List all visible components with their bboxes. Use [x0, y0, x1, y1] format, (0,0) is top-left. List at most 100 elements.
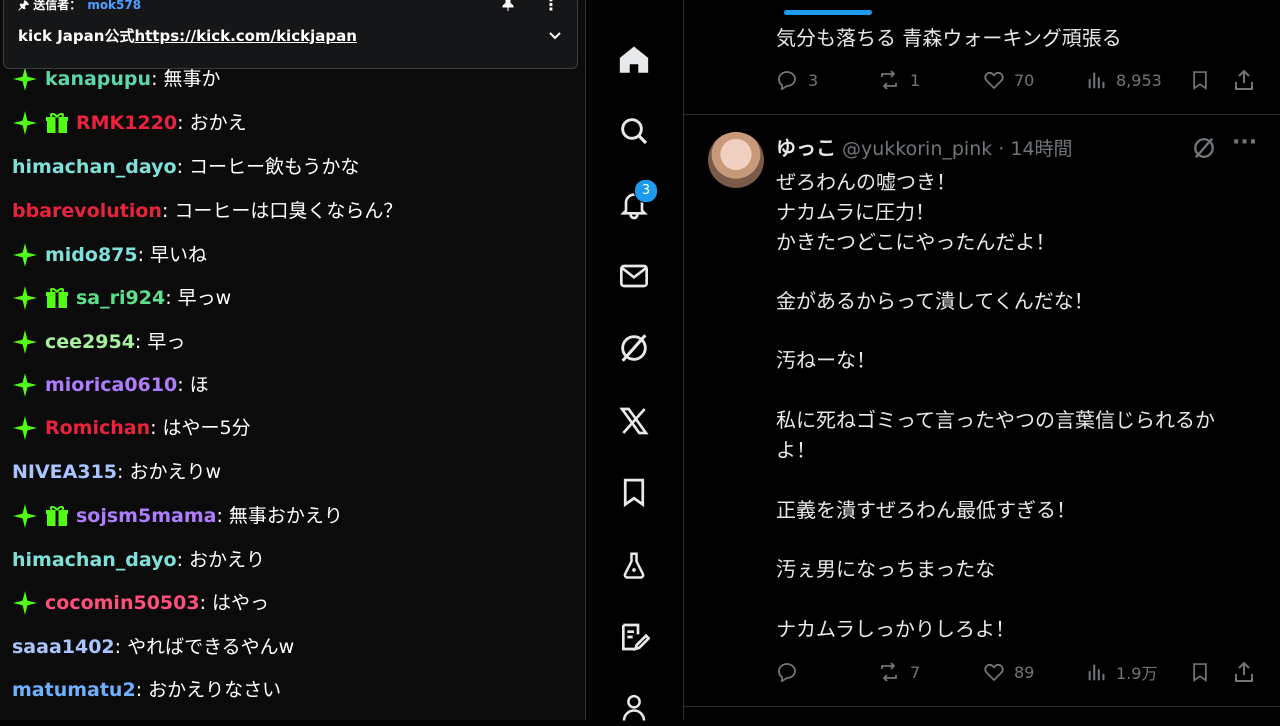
chat-username[interactable]: RMK1220	[76, 108, 177, 138]
chat-username[interactable]: bbarevolution	[12, 196, 162, 226]
reply-button[interactable]	[776, 660, 800, 684]
chat-username[interactable]: miorica0610	[45, 370, 177, 400]
nav-explore[interactable]	[616, 113, 652, 149]
tweet-text-line: 金があるからって潰してくんだな！	[776, 289, 1094, 313]
timeline: 気分も落ちる 青森ウォーキング頑張る 3 1 70 8,953 ゆっこ @yukk…	[684, 0, 1280, 720]
reply-button[interactable]: 3	[776, 68, 818, 92]
nav-profile[interactable]	[616, 690, 652, 726]
chat-username[interactable]: matumatu2	[12, 675, 136, 705]
chat-username[interactable]: saaa1402	[12, 632, 115, 662]
pin-icon[interactable]	[501, 0, 515, 15]
chat-username[interactable]: himachan_dayo	[12, 152, 177, 182]
search-icon	[621, 118, 648, 145]
bookmark-icon	[1193, 663, 1207, 682]
chat-text: コーヒー飲もうかな	[188, 156, 360, 178]
more-options-icon[interactable]: ⋮	[543, 0, 559, 14]
chat-separator: :	[216, 505, 223, 527]
chat-text: はやー5分	[162, 417, 251, 439]
subscriber-badge-icon	[13, 111, 37, 135]
share-button[interactable]	[1232, 660, 1256, 684]
pinned-header: 🖈 送信者： mok578	[18, 0, 141, 13]
nav-premium[interactable]	[616, 403, 652, 439]
nav-labs[interactable]	[616, 547, 652, 583]
like-button[interactable]: 89	[982, 660, 1034, 684]
chat-message: saaa1402: やればできるやんw	[12, 632, 294, 662]
bookmark-button[interactable]	[1190, 660, 1210, 684]
chat-panel: kanapupu: 無事か RMK1220: おかえ himachan_dayo: コーヒ…	[0, 0, 585, 720]
bookmark-button[interactable]	[1190, 68, 1210, 92]
prev-tweet-text: 気分も落ちる 青森ウォーキング頑張る	[776, 26, 1122, 50]
grok-explain-button[interactable]	[1190, 134, 1218, 166]
chat-text: 早っw	[177, 287, 232, 309]
chat-separator: :	[176, 549, 183, 571]
chat-text: おかえりなさい	[148, 679, 282, 701]
pinned-message[interactable]: 🖈 送信者： mok578 kick Japan公式https://kick.co…	[3, 0, 578, 69]
tweet-text-line: 汚ねーな！	[776, 348, 876, 372]
tweet-text-line: かきたつどこにやったんだよ！	[776, 230, 1056, 254]
chat-separator: :	[134, 331, 142, 353]
views-button[interactable]: 1.9万	[1086, 660, 1157, 684]
chat-username[interactable]: mido875	[45, 240, 138, 270]
share-button[interactable]	[1232, 68, 1256, 92]
author-handle-time[interactable]: @yukkorin_pink · 14時間	[842, 138, 1073, 160]
mail-icon	[620, 264, 648, 288]
like-button[interactable]: 70	[982, 68, 1034, 92]
chat-message: sa_ri924: 早っw	[12, 283, 231, 313]
gift-badge-icon	[46, 288, 68, 308]
chat-username[interactable]: sa_ri924	[76, 283, 165, 313]
views-count: 1.9万	[1116, 664, 1158, 683]
chat-separator: :	[117, 461, 124, 483]
gift-badge-icon	[46, 113, 68, 133]
tweet-text-line: ナカムラしっかりしろよ！	[776, 617, 1015, 641]
prev-tweet-actions: 3 1 70 8,953	[776, 68, 1266, 98]
chat-message: himachan_dayo: コーヒー飲もうかな	[12, 152, 359, 182]
reply-icon	[778, 71, 796, 91]
chat-username[interactable]: sojsm5mama	[76, 501, 216, 531]
repost-button[interactable]: 7	[876, 660, 920, 684]
tweet-author[interactable]: ゆっこ @yukkorin_pink · 14時間	[776, 132, 1073, 161]
repost-count: 7	[910, 662, 921, 682]
tweet-actions: 7 89 1.9万	[776, 660, 1266, 690]
chat-username[interactable]: cee2954	[45, 327, 135, 357]
nav-articles[interactable]	[616, 619, 652, 655]
chevron-down-icon[interactable]	[547, 27, 563, 47]
repost-icon	[881, 70, 897, 90]
chat-text: ほ	[189, 374, 209, 396]
nav-bookmarks[interactable]	[616, 474, 652, 510]
author-name[interactable]: ゆっこ	[776, 136, 836, 160]
chat-message: RMK1220: おかえ	[12, 108, 247, 138]
pinned-sender[interactable]: mok578	[87, 0, 141, 12]
flask-icon	[623, 552, 645, 579]
sidebar-nav: 3	[586, 0, 683, 721]
more-icon[interactable]: ···	[1232, 130, 1257, 155]
nav-messages[interactable]	[616, 258, 652, 294]
chat-separator: :	[161, 200, 169, 222]
chat-username[interactable]: NIVEA315	[12, 457, 117, 487]
chat-text: はやっ	[211, 592, 269, 614]
chat-username[interactable]: Romichan	[45, 413, 150, 443]
pinned-text: kick Japan公式https://kick.com/kickjapan	[18, 25, 357, 46]
tab-indicator	[784, 10, 872, 15]
compose-icon	[622, 623, 650, 652]
repost-button[interactable]: 1	[876, 68, 920, 92]
share-icon	[1235, 69, 1253, 90]
chat-username[interactable]: himachan_dayo	[12, 545, 177, 575]
tweet-separator	[684, 114, 1280, 115]
nav-grok[interactable]	[616, 330, 652, 366]
tweet-text-line: 汚ぇ男になっちまったな	[776, 557, 996, 581]
subscriber-badge-icon	[13, 416, 37, 440]
chat-message: cocomin50503: はやっ	[12, 588, 269, 618]
views-button[interactable]: 8,953	[1086, 68, 1162, 92]
subscriber-badge-icon	[13, 591, 37, 615]
views-icon	[1088, 664, 1105, 681]
nav-home[interactable]	[616, 42, 652, 78]
repost-count: 1	[910, 70, 921, 90]
chat-text: おかえ	[189, 112, 247, 134]
pinned-link[interactable]: https://kick.com/kickjapan	[134, 27, 356, 45]
chat-username[interactable]: cocomin50503	[45, 588, 200, 618]
pin-small-icon: 🖈	[18, 0, 30, 12]
bookmark-icon	[623, 478, 645, 508]
avatar[interactable]	[708, 132, 764, 188]
chat-message: cee2954: 早っ	[12, 327, 185, 357]
chat-text: 早っ	[147, 331, 186, 353]
